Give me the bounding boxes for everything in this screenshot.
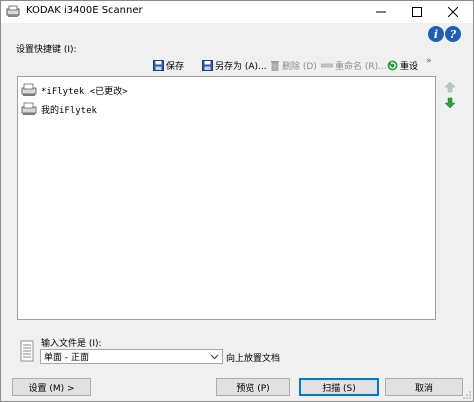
delete-button[interactable]: 删除 (D) <box>270 58 317 72</box>
save-label: 保存 <box>166 61 185 72</box>
save-button[interactable]: 保存 <box>153 58 184 72</box>
shortcut-list[interactable]: *iFlytek <已更改> 我的iFlytek <box>17 76 436 320</box>
title-bar[interactable]: KODAK i3400E Scanner <box>1 1 473 23</box>
save-as-icon <box>202 59 213 71</box>
scanner-app-icon <box>6 5 20 17</box>
rename-button[interactable]: 重命名 (R)... <box>321 58 387 72</box>
settings-button[interactable]: 设置 (M) > <box>12 378 91 396</box>
document-icon <box>20 340 34 362</box>
save-as-button[interactable]: 另存为 (A)... <box>202 58 267 72</box>
scan-button[interactable]: 扫描 (S) <box>299 378 379 396</box>
move-up-arrow-icon[interactable] <box>444 81 456 93</box>
toolbar-more-button[interactable]: » <box>426 56 432 66</box>
trash-icon <box>271 60 279 71</box>
floppy-disk-icon <box>153 59 164 71</box>
upward-placement-label: 向上放置文档 <box>226 354 281 364</box>
rename-icon <box>321 63 333 67</box>
move-down-arrow-icon[interactable] <box>444 97 456 109</box>
scanner-window: KODAK i3400E Scanner i ? 设置快捷键 (I): 保存 另… <box>0 0 474 402</box>
delete-label: 删除 (D) <box>282 61 317 72</box>
list-item[interactable]: *iFlytek <已更改> <box>21 82 128 98</box>
window-title: KODAK i3400E Scanner <box>26 5 143 16</box>
shortcut-label: 设置快捷键 (I): <box>16 45 77 55</box>
close-button[interactable] <box>435 1 471 23</box>
chevron-down-icon <box>210 354 219 360</box>
cancel-button[interactable]: 取消 <box>385 378 463 396</box>
list-item[interactable]: 我的iFlytek <box>21 101 97 117</box>
reset-arrow-icon <box>387 60 398 70</box>
help-icon[interactable]: ? <box>445 26 461 42</box>
close-icon <box>448 7 458 17</box>
reset-label: 重设 <box>400 61 419 72</box>
rename-label: 重命名 (R)... <box>335 61 387 72</box>
scanner-icon <box>21 83 37 96</box>
preview-button[interactable]: 预览 (P) <box>216 378 290 396</box>
minimize-icon <box>376 11 386 13</box>
save-as-label: 另存为 (A)... <box>215 61 267 72</box>
resize-grip-icon[interactable] <box>463 391 471 399</box>
list-item-label: 我的iFlytek <box>41 105 97 116</box>
scanner-icon <box>21 102 37 115</box>
reset-button[interactable]: 重设 <box>387 58 418 72</box>
minimize-button[interactable] <box>363 1 399 23</box>
maximize-button[interactable] <box>399 1 435 23</box>
maximize-icon <box>412 7 422 17</box>
input-document-selected-value: 单面 - 正面 <box>44 353 89 363</box>
input-document-label: 输入文件是 (I): <box>41 339 102 349</box>
info-icon[interactable]: i <box>428 26 444 42</box>
list-item-label: *iFlytek <已更改> <box>41 86 128 97</box>
input-document-select[interactable]: 单面 - 正面 <box>40 349 223 364</box>
